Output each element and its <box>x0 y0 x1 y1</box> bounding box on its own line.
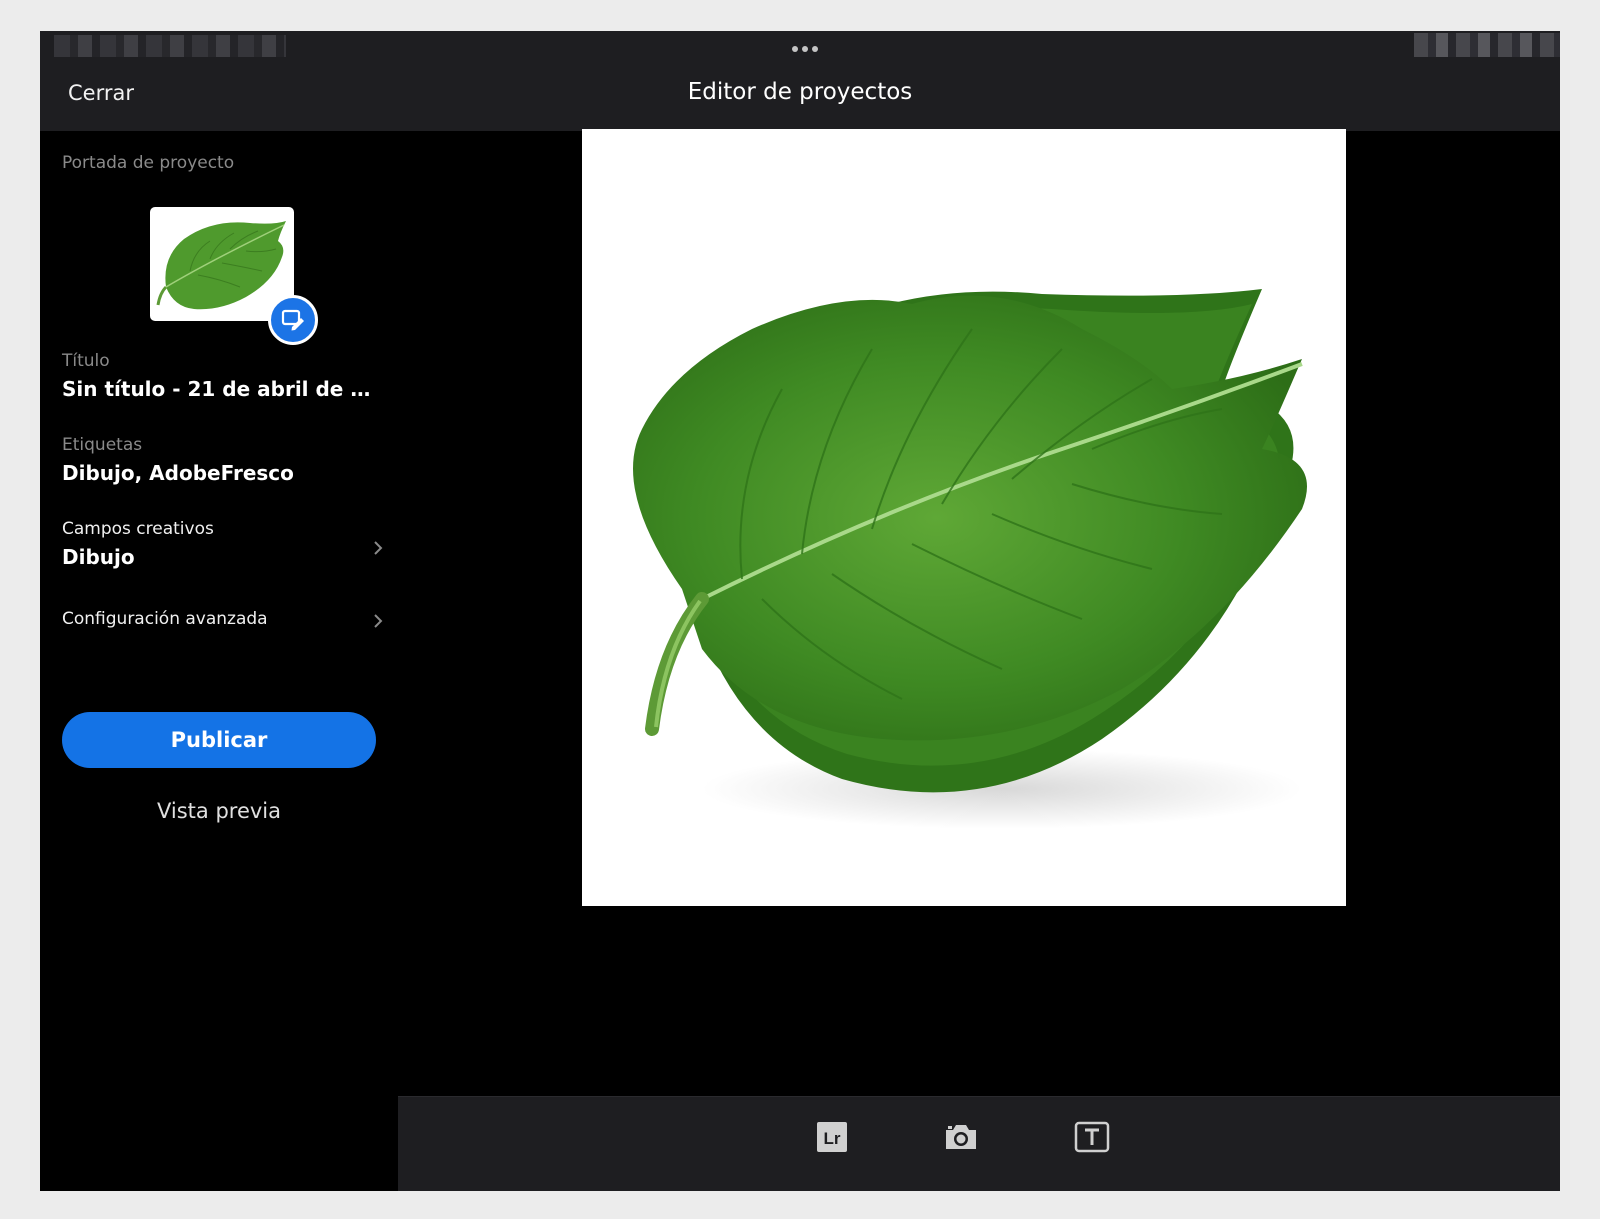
edit-cover-button[interactable] <box>268 295 318 345</box>
project-sidebar: Portada de proyecto Título Sin título - … <box>40 131 406 1191</box>
advanced-settings-row[interactable]: Configuración avanzada <box>62 609 384 633</box>
more-options-icon[interactable] <box>785 41 825 55</box>
leaf-artwork-image <box>633 289 1307 829</box>
title-value: Sin título - 21 de abril de 2026... <box>62 377 384 401</box>
lightroom-button[interactable]: Lr <box>812 1117 852 1157</box>
creative-fields-row[interactable]: Campos creativos Dibujo <box>62 519 384 577</box>
preview-button[interactable]: Vista previa <box>62 799 376 823</box>
project-canvas[interactable] <box>582 129 1346 906</box>
creative-fields-label: Campos creativos <box>62 519 214 539</box>
text-button[interactable] <box>1072 1117 1112 1157</box>
camera-icon <box>946 1125 976 1149</box>
top-bar: Cerrar Editor de proyectos <box>40 31 1560 131</box>
bottom-toolbar: Lr <box>398 1096 1560 1191</box>
close-button[interactable]: Cerrar <box>68 81 134 105</box>
page-title: Editor de proyectos <box>687 79 913 105</box>
text-icon <box>1074 1121 1110 1153</box>
title-field[interactable]: Título Sin título - 21 de abril de 2026.… <box>62 351 384 401</box>
title-label: Título <box>62 351 110 371</box>
status-bar-left-blurred <box>54 35 286 57</box>
advanced-settings-label: Configuración avanzada <box>62 609 268 629</box>
svg-text:Lr: Lr <box>824 1129 841 1148</box>
status-bar-right-blurred <box>1414 33 1560 57</box>
chevron-right-icon <box>374 541 383 555</box>
chevron-right-icon <box>374 614 383 628</box>
creative-fields-value: Dibujo <box>62 545 135 569</box>
lightroom-icon: Lr <box>817 1122 847 1152</box>
app-window: Cerrar Editor de proyectos Portada de pr… <box>40 31 1560 1191</box>
publish-button[interactable]: Publicar <box>62 712 376 768</box>
tags-value: Dibujo, AdobeFresco <box>62 461 294 485</box>
cover-label: Portada de proyecto <box>62 153 235 173</box>
tags-field[interactable]: Etiquetas Dibujo, AdobeFresco <box>62 435 384 485</box>
edit-cover-icon <box>281 309 304 331</box>
tags-label: Etiquetas <box>62 435 143 455</box>
camera-button[interactable] <box>941 1117 981 1157</box>
